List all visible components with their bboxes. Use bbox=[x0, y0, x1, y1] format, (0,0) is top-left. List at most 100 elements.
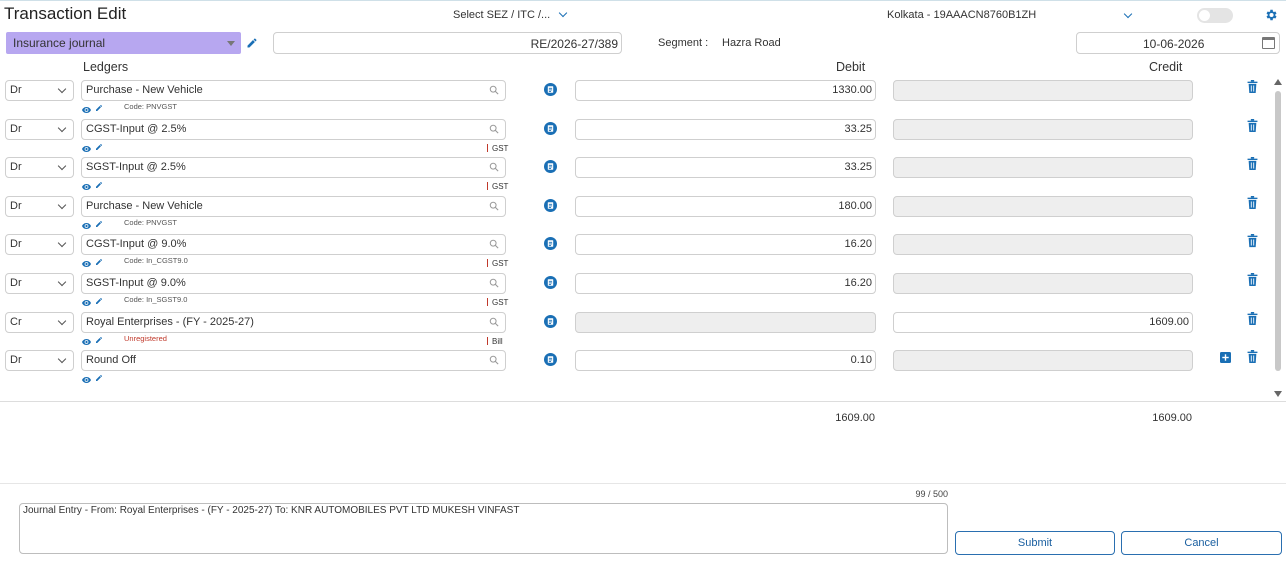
eye-icon[interactable] bbox=[82, 258, 91, 268]
search-icon[interactable] bbox=[489, 201, 499, 211]
toggle-switch[interactable] bbox=[1197, 8, 1233, 23]
narration-textarea[interactable]: Journal Entry - From: Royal Enterprises … bbox=[19, 503, 948, 554]
debit-input[interactable]: 33.25 bbox=[575, 118, 876, 140]
ledger-tag: GST bbox=[487, 143, 508, 153]
scrollbar[interactable] bbox=[1274, 79, 1282, 397]
details-icon[interactable] bbox=[544, 276, 557, 289]
details-icon[interactable] bbox=[544, 353, 557, 367]
search-icon[interactable] bbox=[489, 355, 499, 365]
segment-value: Hazra Road bbox=[722, 37, 781, 49]
eye-icon[interactable] bbox=[82, 336, 91, 345]
debit-input[interactable]: 180.00 bbox=[575, 195, 876, 217]
search-icon[interactable] bbox=[489, 317, 499, 327]
ledger-name: Royal Enterprises - (FY - 2025-27) bbox=[86, 315, 254, 328]
delete-icon[interactable] bbox=[1247, 195, 1258, 209]
dr-cr-select[interactable]: Dr bbox=[5, 195, 74, 217]
credit-input bbox=[893, 350, 1193, 372]
search-icon[interactable] bbox=[489, 85, 499, 95]
sez-select[interactable]: Select SEZ / ITC /... bbox=[453, 8, 568, 21]
dr-cr-select[interactable]: Dr bbox=[5, 350, 74, 372]
eye-icon[interactable] bbox=[82, 374, 91, 384]
column-header-ledgers: Ledgers bbox=[83, 60, 129, 74]
debit-input[interactable]: 16.20 bbox=[575, 273, 876, 294]
submit-button[interactable]: Submit bbox=[955, 531, 1115, 555]
details-icon[interactable] bbox=[544, 237, 557, 251]
dr-cr-select[interactable]: Dr bbox=[5, 157, 74, 179]
ledger-name: CGST-Input @ 9.0% bbox=[86, 238, 187, 251]
ledger-code: Code: PNVGST bbox=[124, 217, 177, 227]
ledger-input[interactable]: SGST-Input @ 2.5% bbox=[81, 157, 506, 179]
date-input[interactable]: 10-06-2026 bbox=[1076, 32, 1280, 54]
debit-input[interactable]: 16.20 bbox=[575, 234, 876, 256]
dr-cr-value: Cr bbox=[10, 315, 22, 328]
search-icon[interactable] bbox=[489, 124, 499, 134]
voucher-number-input[interactable]: RE/2026-27/389 bbox=[273, 32, 622, 54]
pencil-icon[interactable] bbox=[95, 335, 103, 344]
dr-cr-select[interactable]: Dr bbox=[5, 118, 74, 140]
add-row-icon[interactable] bbox=[1220, 352, 1231, 364]
ledger-code: Unregistered bbox=[124, 333, 167, 343]
scroll-up-arrow-icon[interactable] bbox=[1274, 79, 1282, 85]
delete-icon[interactable] bbox=[1247, 118, 1258, 132]
calendar-icon[interactable] bbox=[1262, 37, 1275, 49]
dr-cr-select[interactable]: Cr bbox=[5, 311, 74, 333]
dr-cr-select[interactable]: Dr bbox=[5, 234, 74, 256]
ledger-input[interactable]: CGST-Input @ 9.0% bbox=[81, 234, 506, 256]
details-icon[interactable] bbox=[544, 83, 557, 96]
dr-cr-select[interactable]: Dr bbox=[5, 80, 74, 101]
ledger-input[interactable]: Purchase - New Vehicle bbox=[81, 195, 506, 217]
pencil-icon[interactable] bbox=[95, 257, 103, 266]
scrollbar-thumb[interactable] bbox=[1275, 91, 1281, 371]
eye-icon[interactable] bbox=[82, 181, 91, 191]
pencil-icon[interactable] bbox=[95, 296, 103, 305]
totals-divider bbox=[0, 401, 1286, 402]
cancel-button[interactable]: Cancel bbox=[1121, 531, 1282, 555]
details-icon[interactable] bbox=[544, 121, 557, 135]
ledger-input[interactable]: Purchase - New Vehicle bbox=[81, 80, 506, 101]
search-icon[interactable] bbox=[489, 278, 499, 288]
credit-input bbox=[893, 157, 1193, 179]
search-icon[interactable] bbox=[489, 239, 499, 249]
scroll-down-arrow-icon[interactable] bbox=[1274, 391, 1282, 397]
debit-input[interactable]: 1330.00 bbox=[575, 80, 876, 101]
details-icon[interactable] bbox=[544, 160, 557, 174]
debit-input[interactable]: 33.25 bbox=[575, 157, 876, 179]
chevron-down-icon bbox=[57, 84, 67, 94]
table-row: Dr CGST-Input @ 9.0% Code: In_CGST9.0 GST 16… bbox=[0, 234, 1286, 272]
details-icon[interactable] bbox=[544, 198, 557, 212]
pencil-icon[interactable] bbox=[95, 219, 103, 228]
dr-cr-select[interactable]: Dr bbox=[5, 273, 74, 294]
ledger-tag-label: GST bbox=[492, 182, 509, 192]
journal-type-select[interactable]: Insurance journal bbox=[6, 32, 241, 54]
details-icon[interactable] bbox=[544, 314, 557, 328]
eye-icon[interactable] bbox=[82, 297, 91, 306]
credit-input[interactable]: 1609.00 bbox=[893, 311, 1193, 333]
pencil-icon[interactable] bbox=[95, 142, 103, 151]
ledger-input[interactable]: Round Off bbox=[81, 350, 506, 372]
delete-icon[interactable] bbox=[1247, 234, 1258, 248]
gstin-select[interactable]: Kolkata - 19AAACN8760B1ZH bbox=[887, 9, 1137, 21]
ledger-name: Purchase - New Vehicle bbox=[86, 199, 203, 212]
delete-icon[interactable] bbox=[1247, 311, 1258, 325]
ledger-input[interactable]: CGST-Input @ 2.5% bbox=[81, 118, 506, 140]
delete-icon[interactable] bbox=[1247, 80, 1258, 94]
eye-icon[interactable] bbox=[82, 143, 91, 152]
delete-icon[interactable] bbox=[1247, 350, 1258, 364]
eye-icon[interactable] bbox=[82, 104, 91, 113]
delete-icon[interactable] bbox=[1247, 273, 1258, 287]
delete-icon[interactable] bbox=[1247, 157, 1258, 171]
pencil-icon[interactable] bbox=[95, 103, 103, 112]
pencil-icon[interactable] bbox=[246, 37, 258, 49]
ledger-tag: GST bbox=[487, 182, 508, 191]
dr-cr-value: Dr bbox=[10, 354, 22, 367]
ledger-input[interactable]: SGST-Input @ 9.0% bbox=[81, 273, 506, 294]
eye-icon[interactable] bbox=[82, 220, 91, 229]
pencil-icon[interactable] bbox=[95, 180, 103, 189]
search-icon[interactable] bbox=[489, 162, 499, 172]
ledger-input[interactable]: Royal Enterprises - (FY - 2025-27) bbox=[81, 311, 506, 333]
pencil-icon[interactable] bbox=[95, 373, 103, 382]
gear-icon[interactable] bbox=[1264, 8, 1278, 22]
debit-input[interactable]: 0.10 bbox=[575, 350, 876, 372]
total-credit: 1609.00 bbox=[1152, 412, 1192, 424]
ledger-tag: GST bbox=[487, 259, 508, 268]
